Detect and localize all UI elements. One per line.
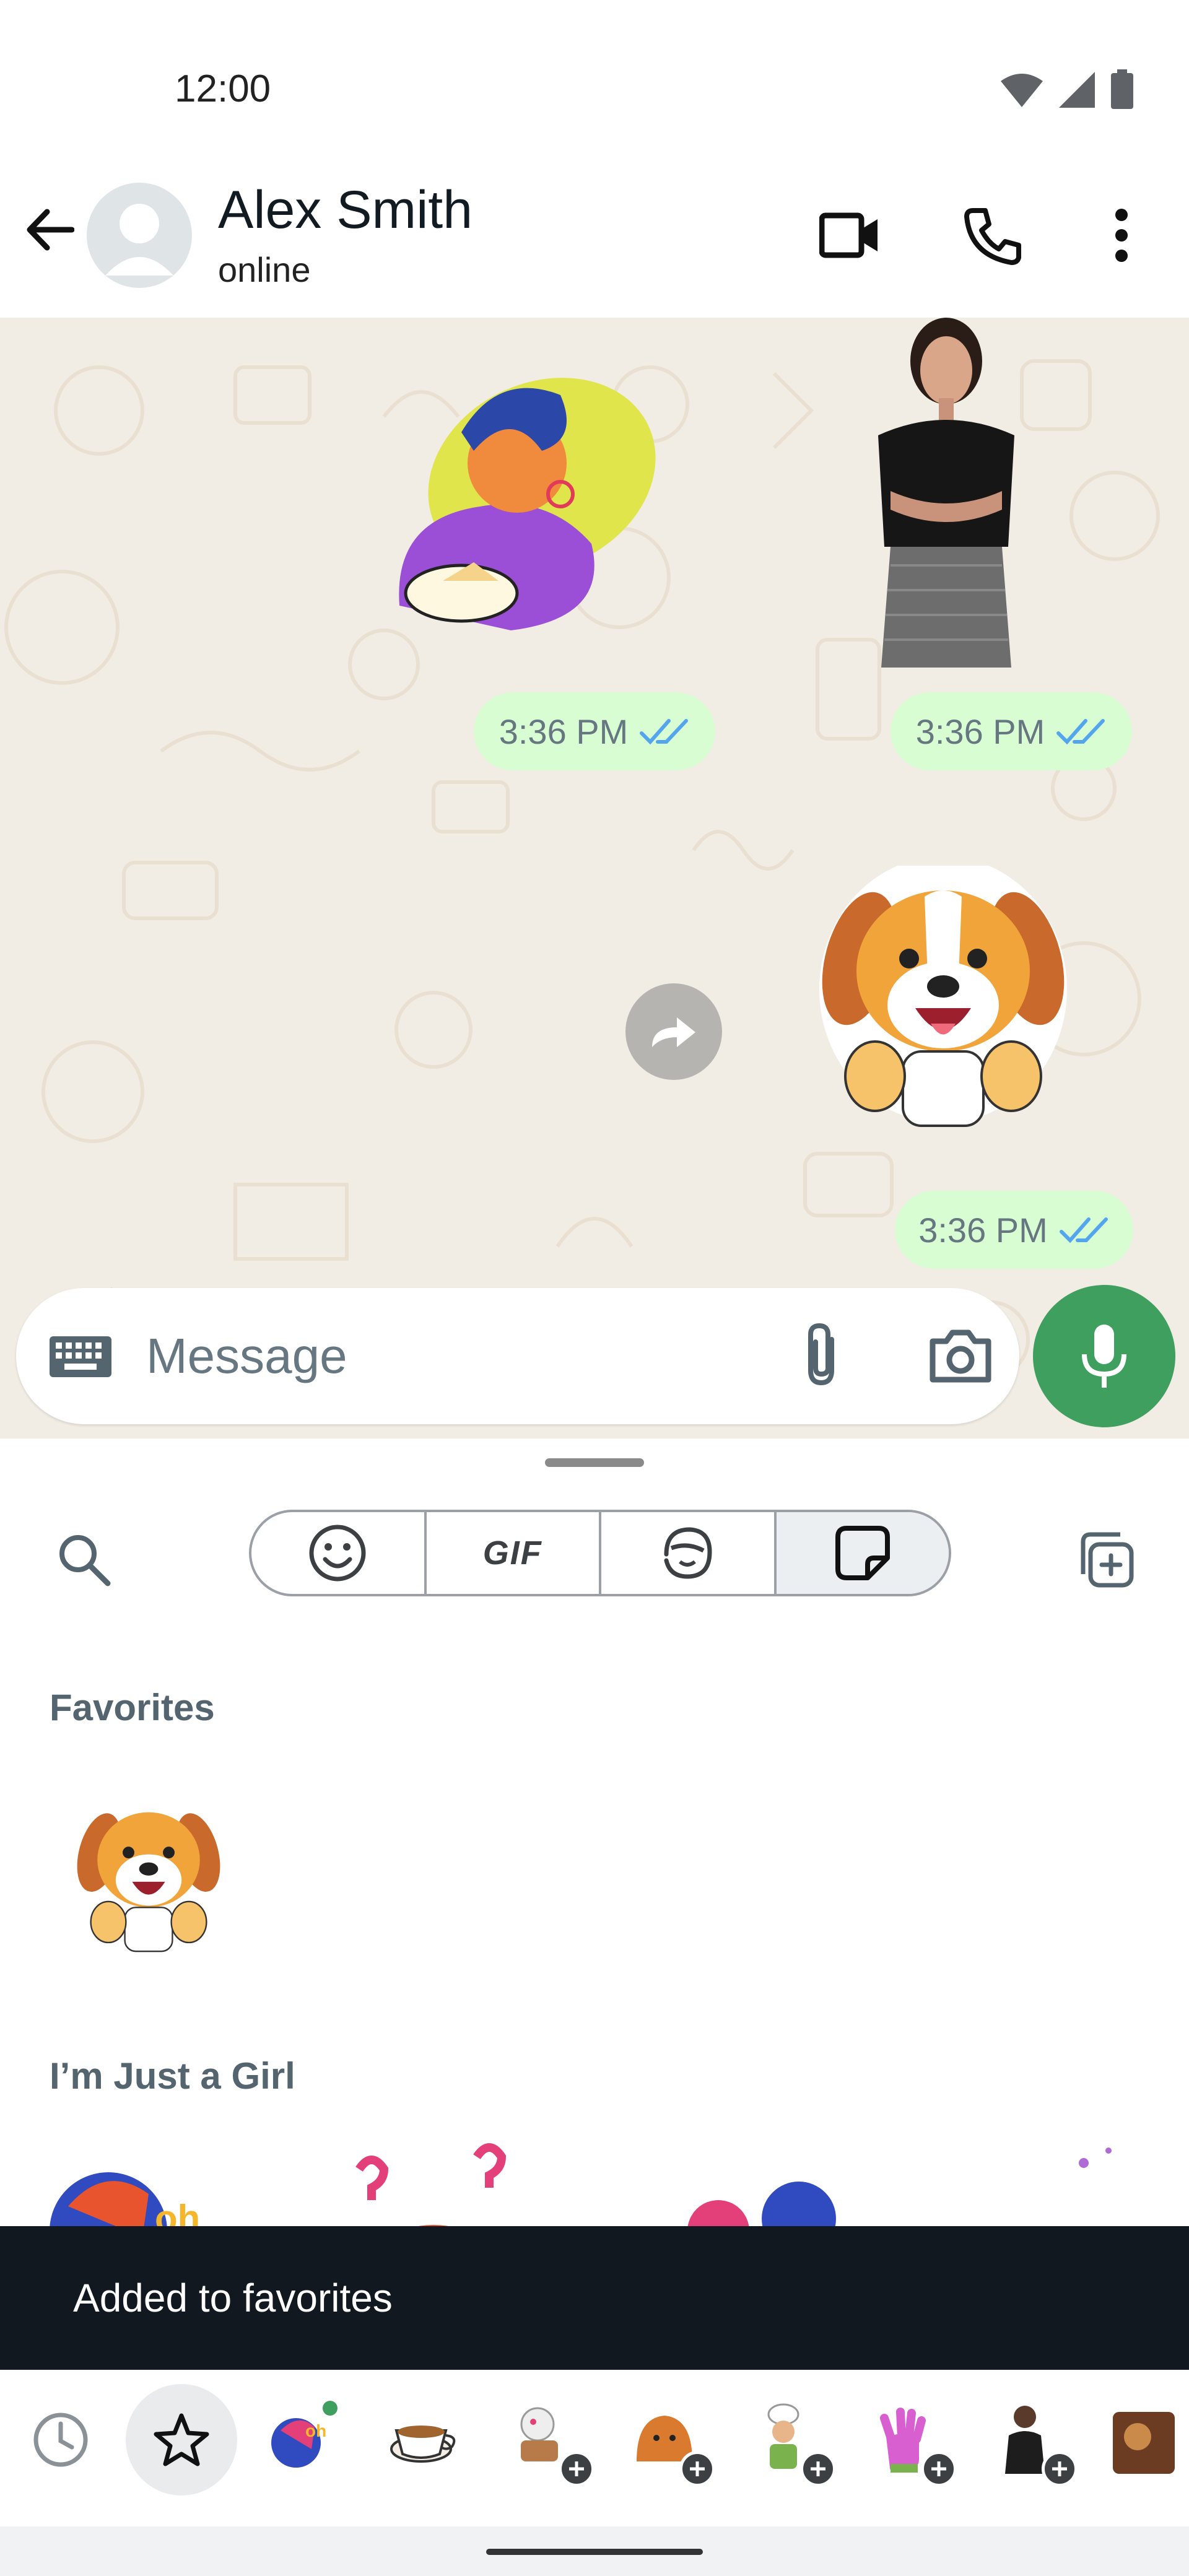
- woman-with-cake-sticker[interactable]: [387, 358, 660, 630]
- message-time: 3:36 PM: [499, 711, 629, 751]
- forward-icon: [652, 1017, 695, 1047]
- panel-drag-handle[interactable]: [545, 1458, 644, 1467]
- message-time: 3:36 PM: [918, 1210, 1048, 1250]
- message-time-bubble: 3:36 PM: [895, 1191, 1133, 1269]
- wifi-icon: [1001, 74, 1043, 107]
- tray-favorites[interactable]: [126, 2384, 237, 2496]
- plus-icon: [811, 2461, 825, 2476]
- tab-avatar[interactable]: [601, 1512, 777, 1594]
- contact-status: online: [218, 250, 311, 289]
- plus-icon: [690, 2461, 705, 2476]
- emoji-icon: [309, 1525, 366, 1582]
- search-icon: [59, 1535, 111, 1586]
- favorites-star-icon: [154, 2413, 209, 2466]
- avatar-icon: [664, 1527, 712, 1579]
- mic-icon: [1082, 1325, 1126, 1388]
- contact-avatar[interactable]: [87, 183, 192, 288]
- attach-icon: [808, 1323, 834, 1386]
- back-arrow-icon: [27, 209, 74, 251]
- status-bar: 12:00: [0, 0, 1189, 180]
- tray-pack-coffee-cup[interactable]: [367, 2384, 479, 2496]
- default-avatar-icon: [105, 204, 173, 276]
- add-pack-badge: [921, 2451, 957, 2487]
- woman-photo-sticker[interactable]: [853, 318, 1039, 671]
- message-time-bubble: 3:36 PM: [891, 692, 1132, 770]
- pack-title: I’m Just a Girl: [50, 2055, 295, 2097]
- keyboard-button[interactable]: [47, 1325, 115, 1387]
- plus-icon: [931, 2461, 946, 2476]
- more-options-button[interactable]: [1087, 201, 1156, 269]
- tray-pack-chef[interactable]: [730, 2384, 841, 2496]
- recent-icon: [33, 2413, 88, 2467]
- system-nav-bar: [0, 2526, 1189, 2576]
- camera-icon: [930, 1329, 991, 1383]
- tab-emoji[interactable]: [251, 1512, 427, 1594]
- pack-coffee-cup-thumb: [390, 2426, 456, 2463]
- plus-icon: [1052, 2461, 1067, 2476]
- camera-button[interactable]: [923, 1318, 998, 1392]
- tray-recent[interactable]: [5, 2384, 116, 2496]
- status-icons: [1000, 69, 1135, 110]
- double-check-icon: [1059, 1217, 1108, 1243]
- pack-photo-thumb: [1112, 2412, 1175, 2474]
- more-options-icon: [1115, 209, 1128, 262]
- message-time-bubble: 3:36 PM: [474, 692, 715, 770]
- add-pack-badge: [1042, 2451, 1078, 2487]
- battery-icon: [1111, 69, 1133, 109]
- message-composer: [16, 1288, 1019, 1424]
- video-call-button[interactable]: [816, 201, 884, 269]
- add-pack-badge: [800, 2451, 836, 2487]
- tray-pack-lamb[interactable]: [488, 2384, 599, 2496]
- svg-text:oh: oh: [305, 2421, 326, 2440]
- message-time: 3:36 PM: [915, 711, 1045, 751]
- create-sticker-button[interactable]: [1065, 1519, 1146, 1599]
- tab-stickers[interactable]: [776, 1512, 949, 1594]
- sticker-icon: [835, 1526, 890, 1580]
- tab-gif[interactable]: GIF: [427, 1512, 601, 1594]
- status-time: 12:00: [175, 67, 271, 110]
- back-button[interactable]: [19, 199, 81, 261]
- add-pack-badge: [559, 2451, 594, 2487]
- tray-pack-just-a-girl[interactable]: oh: [246, 2384, 358, 2496]
- tray-pack-person[interactable]: [971, 2384, 1082, 2496]
- sticker-search-button[interactable]: [43, 1519, 124, 1599]
- tray-pack-bread[interactable]: [609, 2384, 720, 2496]
- panel-tabs: GIF: [249, 1510, 951, 1596]
- dog-thumbs-up-sticker[interactable]: [816, 866, 1070, 1138]
- chat-header: Alex Smith online: [0, 158, 1189, 318]
- tray-pack-hand[interactable]: [850, 2384, 962, 2496]
- signal-icon: [1059, 72, 1095, 108]
- tray-pack-photo[interactable]: [1092, 2384, 1189, 2496]
- snackbar: Added to favorites: [0, 2226, 1189, 2370]
- home-gesture-handle[interactable]: [486, 2549, 703, 2555]
- add-pack-badge: [679, 2451, 715, 2487]
- forward-button[interactable]: [625, 983, 722, 1080]
- snackbar-text: Added to favorites: [73, 2276, 393, 2320]
- favorite-dog-sticker[interactable]: [71, 1798, 226, 1959]
- voice-call-icon: [964, 208, 1021, 265]
- attach-button[interactable]: [784, 1318, 858, 1392]
- voice-call-button[interactable]: [960, 201, 1028, 269]
- double-check-icon: [1056, 719, 1105, 745]
- double-check-icon: [640, 719, 689, 745]
- favorites-title: Favorites: [50, 1687, 215, 1728]
- pack-just-a-girl-thumb: oh: [271, 2401, 338, 2468]
- keyboard-icon: [50, 1336, 111, 1377]
- plus-icon: [569, 2461, 584, 2476]
- contact-name[interactable]: Alex Smith: [218, 180, 473, 241]
- chat-area[interactable]: 3:36 PM 3:36 PM 3:36 PM: [0, 318, 1189, 1438]
- video-call-icon: [819, 212, 878, 258]
- message-input[interactable]: [146, 1314, 734, 1398]
- gif-label: GIF: [482, 1534, 542, 1572]
- create-sticker-icon: [1081, 1532, 1134, 1588]
- voice-record-button[interactable]: [1033, 1285, 1175, 1427]
